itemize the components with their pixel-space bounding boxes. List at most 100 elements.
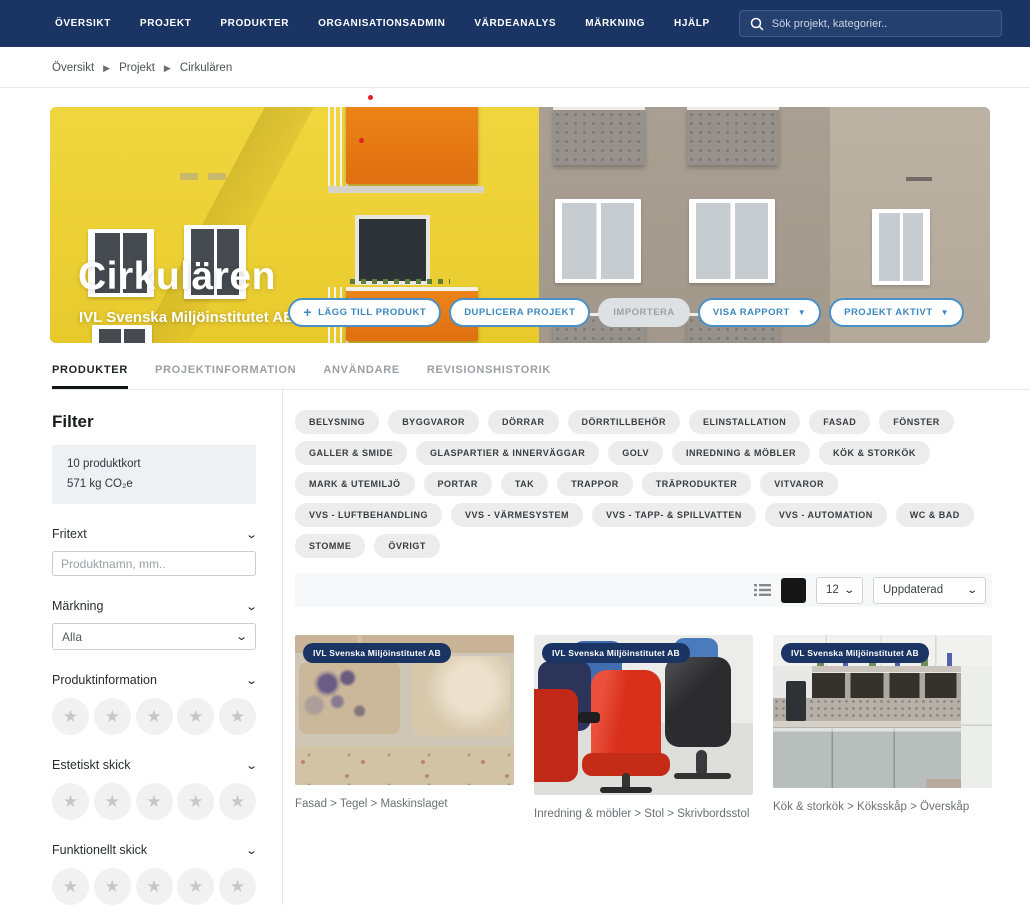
divider (0, 87, 1030, 88)
star-icon[interactable]: ★ (94, 783, 131, 820)
fritext-input[interactable] (52, 551, 256, 576)
show-report-button[interactable]: VISA RAPPORT ▼ (698, 298, 821, 327)
nav-item-vardeanalys[interactable]: VÄRDEANALYS (474, 18, 556, 29)
kitchen-detail (786, 681, 806, 721)
search-input[interactable]: Sök projekt, kategorier.. (739, 10, 1002, 37)
star-icon[interactable]: ★ (94, 698, 131, 735)
category-chip[interactable]: TAK (501, 472, 548, 496)
breadcrumb-separator-icon: ▶ (103, 63, 110, 74)
chair-shape (534, 689, 578, 782)
category-chip[interactable]: FASAD (809, 410, 870, 434)
product-image-bricks: IVL Svenska Miljöinstitutet AB (295, 635, 514, 785)
star-icon[interactable]: ★ (136, 698, 173, 735)
category-chip[interactable]: TRÄPRODUKTER (642, 472, 752, 496)
page-size-value: 12 (826, 584, 839, 596)
category-chip[interactable]: BYGGVAROR (388, 410, 479, 434)
chair-shape (591, 670, 661, 763)
category-chip[interactable]: TRAPPOR (557, 472, 633, 496)
chevron-down-icon: ⌄ (245, 844, 258, 857)
breadcrumb-oversikt[interactable]: Översikt (52, 62, 94, 74)
category-chip[interactable]: VVS - VÄRMESYSTEM (451, 503, 583, 527)
search-icon (750, 17, 764, 31)
kitchen-detail (961, 666, 992, 788)
star-icon[interactable]: ★ (52, 868, 89, 905)
markning-section-toggle[interactable]: Märkning ⌄ (52, 599, 256, 613)
nav-item-hjalp[interactable]: HJÄLP (674, 18, 710, 29)
caret-down-icon: ▼ (941, 308, 949, 317)
sort-select[interactable]: Uppdaterad ⌄ (873, 577, 986, 604)
star-icon[interactable]: ★ (52, 783, 89, 820)
facade-window (92, 325, 152, 343)
tab-produkter[interactable]: PRODUKTER (52, 364, 128, 389)
star-icon[interactable]: ★ (177, 868, 214, 905)
funktionellt-label: Funktionellt skick (52, 843, 147, 857)
category-chip[interactable]: VVS - LUFTBEHANDLING (295, 503, 442, 527)
star-icon[interactable]: ★ (219, 783, 256, 820)
list-view-button[interactable] (754, 583, 771, 597)
star-icon[interactable]: ★ (219, 698, 256, 735)
product-category-path: Inredning & möbler > Stol > Skrivbordsst… (534, 808, 753, 820)
category-chip[interactable]: GALLER & SMIDE (295, 441, 407, 465)
produktinformation-section-toggle[interactable]: Produktinformation ⌄ (52, 673, 256, 687)
category-chip[interactable]: VVS - AUTOMATION (765, 503, 887, 527)
project-status-button[interactable]: PROJEKT AKTIVT ▼ (829, 298, 964, 327)
category-chip[interactable]: INREDNING & MÖBLER (672, 441, 810, 465)
chair-shape (578, 712, 600, 723)
star-icon[interactable]: ★ (177, 783, 214, 820)
facade-balcony (328, 107, 478, 193)
page-size-select[interactable]: 12 ⌄ (816, 577, 863, 604)
grid-view-button[interactable] (781, 578, 806, 603)
star-icon[interactable]: ★ (52, 698, 89, 735)
category-chip[interactable]: DÖRRTILLBEHÖR (568, 410, 681, 434)
category-chip[interactable]: DÖRRAR (488, 410, 559, 434)
product-cards: IVL Svenska Miljöinstitutet AB Fasad > T… (295, 635, 992, 820)
estetiskt-section-toggle[interactable]: Estetiskt skick ⌄ (52, 758, 256, 772)
tab-revisionshistorik[interactable]: REVISIONSHISTORIK (427, 364, 551, 389)
nav-item-produkter[interactable]: PRODUKTER (220, 18, 289, 29)
nav-item-oversikt[interactable]: ÖVERSIKT (55, 18, 111, 29)
star-icon[interactable]: ★ (136, 868, 173, 905)
chevron-down-icon: ⌄ (245, 674, 258, 687)
facade-balcony-panel (553, 107, 645, 165)
nav-item-projekt[interactable]: PROJEKT (140, 18, 191, 29)
duplicate-project-button[interactable]: DUPLICERA PROJEKT (449, 298, 590, 327)
import-button[interactable]: IMPORTERA (598, 298, 690, 327)
category-chip[interactable]: ELINSTALLATION (689, 410, 800, 434)
category-chip[interactable]: KÖK & STORKÖK (819, 441, 930, 465)
category-chip[interactable]: PORTAR (424, 472, 492, 496)
nav-item-organisationsadmin[interactable]: ORGANISATIONSADMIN (318, 18, 445, 29)
star-icon[interactable]: ★ (136, 783, 173, 820)
kitchen-detail (812, 673, 961, 697)
category-chip[interactable]: STOMME (295, 534, 365, 558)
category-chip[interactable]: ÖVRIGT (374, 534, 440, 558)
category-chip[interactable]: FÖNSTER (879, 410, 954, 434)
breadcrumb-projekt[interactable]: Projekt (119, 62, 155, 74)
category-chip[interactable]: GOLV (608, 441, 663, 465)
funktionellt-section-toggle[interactable]: Funktionellt skick ⌄ (52, 843, 256, 857)
category-chip[interactable]: VITVAROR (760, 472, 838, 496)
product-card[interactable]: IVL Svenska Miljöinstitutet AB Fasad > T… (295, 635, 514, 820)
category-chip[interactable]: MARK & UTEMILJÖ (295, 472, 415, 496)
fritext-section-toggle[interactable]: Fritext ⌄ (52, 527, 256, 541)
nav-item-markning[interactable]: MÄRKNING (585, 18, 645, 29)
tab-anvandare[interactable]: ANVÄNDARE (323, 364, 400, 389)
star-icon[interactable]: ★ (219, 868, 256, 905)
filter-heading: Filter (52, 412, 256, 432)
category-chip[interactable]: BELYSNING (295, 410, 379, 434)
markning-select[interactable]: Alla ⌄ (52, 623, 256, 650)
result-summary: 10 produktkort 571 kg CO₂e (52, 445, 256, 504)
tab-projektinformation[interactable]: PROJEKTINFORMATION (155, 364, 296, 389)
chevron-down-icon: ⌄ (966, 585, 978, 596)
product-card[interactable]: IVL Svenska Miljöinstitutet AB Kök & sto… (773, 635, 992, 820)
breadcrumb: Översikt ▶ Projekt ▶ Cirkulären (52, 62, 1030, 74)
star-icon[interactable]: ★ (177, 698, 214, 735)
add-product-button[interactable]: + LÄGG TILL PRODUKT (288, 298, 441, 327)
import-label: IMPORTERA (613, 307, 675, 318)
category-chip[interactable]: WC & BAD (896, 503, 974, 527)
chevron-down-icon: ⌄ (843, 585, 855, 596)
category-chip[interactable]: VVS - TAPP- & SPILLVATTEN (592, 503, 756, 527)
category-chip[interactable]: GLASPARTIER & INNERVÄGGAR (416, 441, 599, 465)
chair-shape (600, 787, 653, 793)
product-card[interactable]: IVL Svenska Miljöinstitutet AB Inredning… (534, 635, 753, 820)
star-icon[interactable]: ★ (94, 868, 131, 905)
